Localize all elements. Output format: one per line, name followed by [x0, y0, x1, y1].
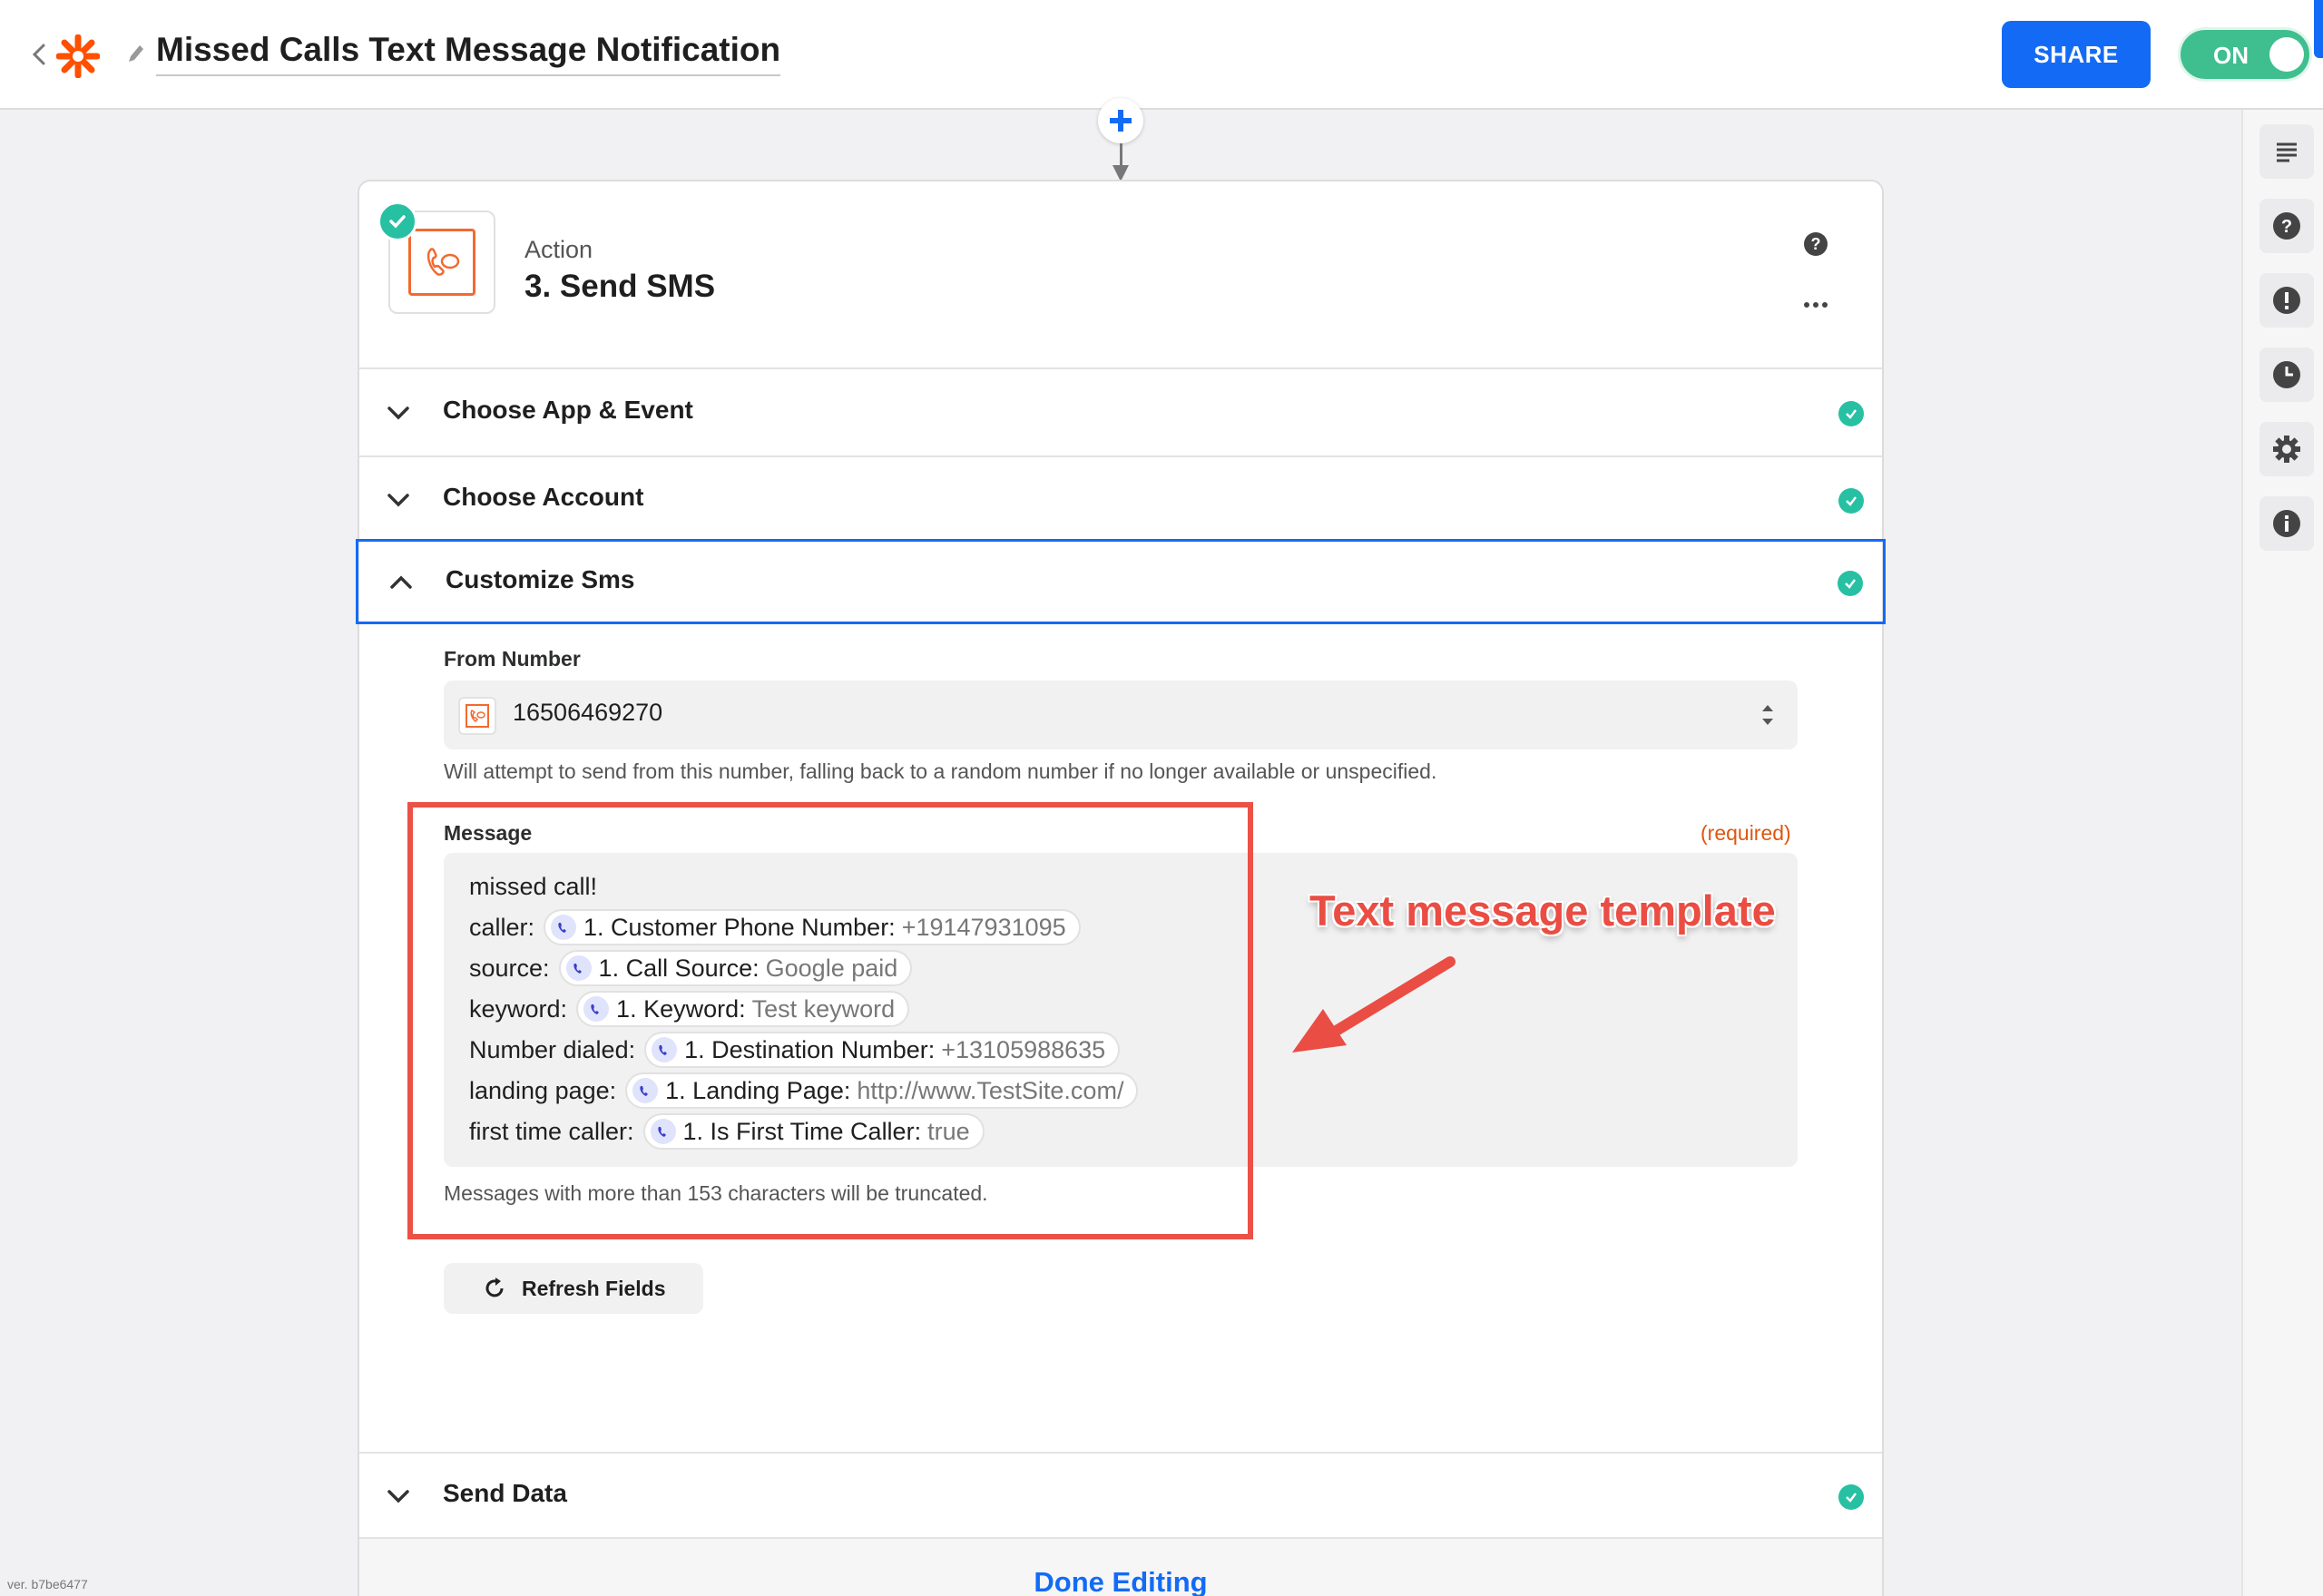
- check-icon: [1838, 401, 1864, 426]
- pencil-icon[interactable]: [125, 42, 145, 65]
- chevron-up-icon: [390, 575, 412, 589]
- section-label: Send Data: [443, 1479, 567, 1507]
- version-label: ver. b7be6477: [7, 1577, 88, 1591]
- refresh-fields-label: Refresh Fields: [522, 1276, 666, 1300]
- check-icon: [1838, 571, 1863, 596]
- from-number-value: 16506469270: [513, 699, 663, 726]
- step-help-icon[interactable]: ?: [1802, 230, 1829, 258]
- refresh-fields-button[interactable]: Refresh Fields: [444, 1263, 703, 1314]
- svg-text:?: ?: [1811, 235, 1821, 253]
- refresh-icon: [485, 1278, 504, 1297]
- step-title[interactable]: 3. Send SMS: [524, 269, 715, 305]
- annotation-highlight-box: [407, 802, 1253, 1239]
- chevron-down-icon: [387, 406, 409, 420]
- section-choose-account[interactable]: Choose Account: [359, 457, 1882, 543]
- card-footer: Done Editing: [359, 1537, 1882, 1596]
- toggle-knob: [2269, 37, 2304, 72]
- outline-list-icon[interactable]: [2259, 124, 2314, 179]
- required-label: (required): [1701, 821, 1791, 845]
- share-button[interactable]: SHARE: [2002, 21, 2151, 88]
- edge-accent: [2314, 0, 2323, 58]
- plus-icon: [1110, 110, 1132, 132]
- annotation-label: Text message template: [1309, 886, 1776, 935]
- zap-on-toggle[interactable]: ON: [2178, 27, 2312, 82]
- from-number-select[interactable]: 16506469270: [444, 681, 1798, 749]
- svg-text:?: ?: [2281, 217, 2292, 237]
- zap-title[interactable]: Missed Calls Text Message Notification: [156, 31, 781, 76]
- top-bar: Missed Calls Text Message Notification S…: [0, 0, 2323, 110]
- section-customize-sms[interactable]: Customize Sms: [356, 539, 1886, 624]
- chevron-down-icon: [387, 1490, 409, 1503]
- from-number-label: From Number: [444, 647, 581, 671]
- more-options-icon[interactable]: [1802, 299, 1829, 310]
- section-label: Customize Sms: [446, 565, 635, 593]
- back-chevron-icon[interactable]: [27, 40, 53, 69]
- zapier-logo-icon[interactable]: [56, 34, 100, 78]
- sms-app-icon: [458, 697, 496, 735]
- toggle-label: ON: [2213, 42, 2249, 69]
- from-number-help: Will attempt to send from this number, f…: [444, 759, 1437, 783]
- check-icon: [1838, 488, 1864, 514]
- step-kicker: Action: [524, 236, 593, 263]
- sms-app-icon: [408, 229, 475, 296]
- info-icon[interactable]: [2259, 496, 2314, 551]
- chevron-down-icon: [387, 494, 409, 507]
- step-complete-check-icon: [377, 201, 417, 241]
- help-icon[interactable]: ?: [2259, 199, 2314, 253]
- connector-line: [1120, 143, 1122, 167]
- check-icon: [1838, 1484, 1864, 1510]
- section-label: Choose App & Event: [443, 396, 693, 424]
- section-send-data[interactable]: Send Data: [359, 1454, 1882, 1539]
- annotation-arrow-icon: [1292, 956, 1456, 1053]
- select-caret-icon: [1762, 705, 1773, 725]
- history-icon[interactable]: [2259, 348, 2314, 402]
- section-choose-app[interactable]: Choose App & Event: [359, 370, 1882, 455]
- right-sidebar: ?: [2241, 110, 2323, 1596]
- alert-icon[interactable]: [2259, 273, 2314, 328]
- settings-gear-icon[interactable]: [2259, 422, 2314, 476]
- done-editing-button[interactable]: Done Editing: [359, 1566, 1882, 1596]
- divider: [359, 367, 1882, 369]
- add-step-button[interactable]: [1098, 98, 1143, 143]
- section-label: Choose Account: [443, 483, 644, 511]
